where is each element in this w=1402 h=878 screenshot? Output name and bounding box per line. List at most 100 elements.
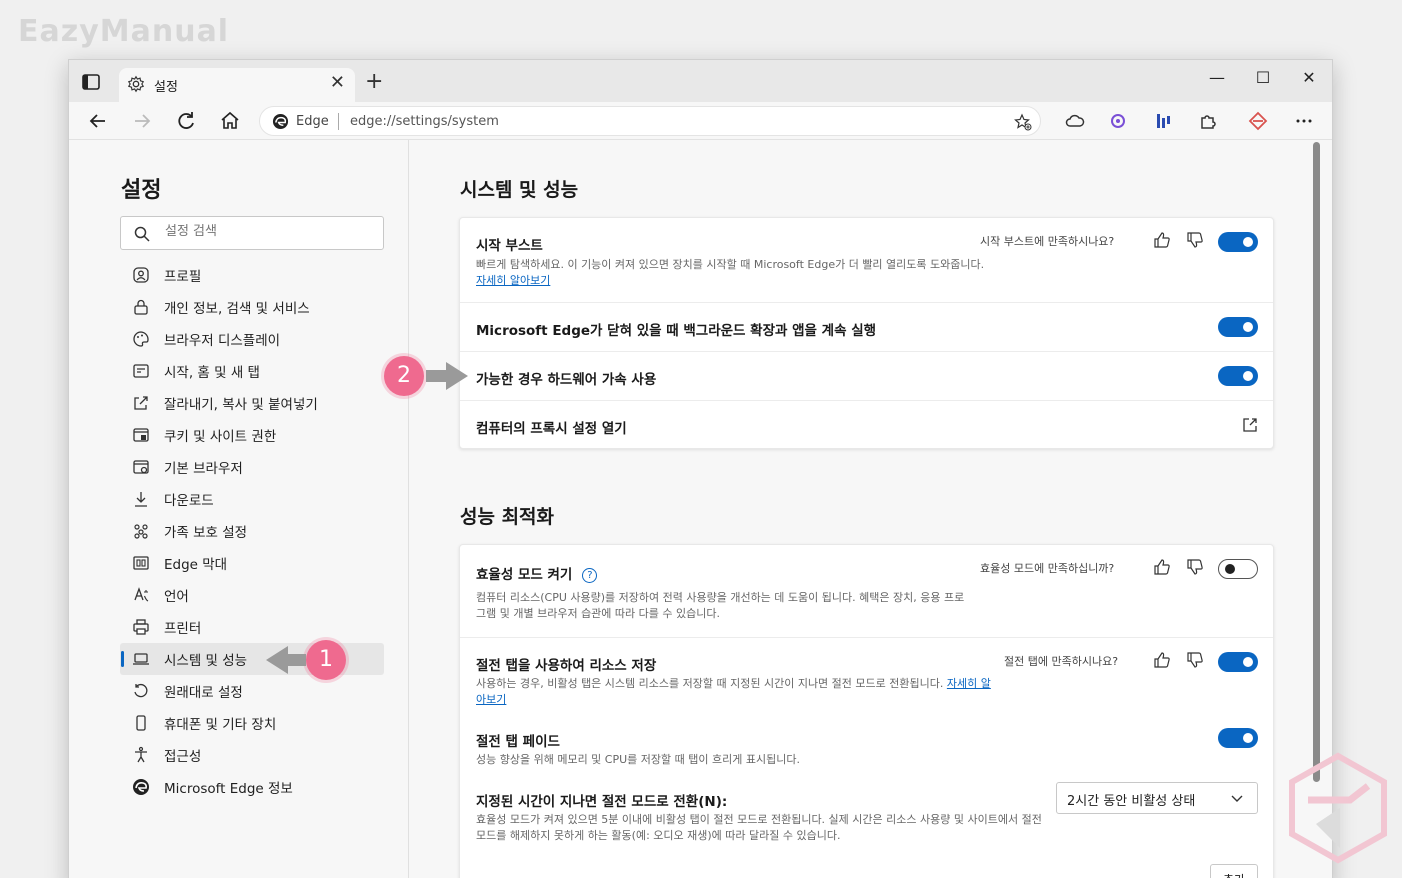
address-bar[interactable]: Edge edge://settings/system: [259, 106, 1041, 136]
minimize-button[interactable]: —: [1197, 68, 1237, 87]
maximize-button[interactable]: ☐: [1243, 68, 1283, 87]
sidebar-item-label: Edge 막대: [164, 557, 228, 573]
startup-boost-feedback: 시작 부스트에 만족하시나요?: [980, 235, 1115, 248]
laptop-icon: [133, 653, 149, 665]
reset-icon: [134, 683, 148, 698]
search-icon: [134, 226, 150, 242]
proxy-title: 컴퓨터의 프록시 설정 열기: [476, 421, 627, 437]
sidebar-item-label: 개인 정보, 검색 및 서비스: [164, 301, 310, 317]
settings-main: 시스템 및 성능 시작 부스트 빠르게 탐색하세요. 이 기능이 켜져 있으면 …: [410, 140, 1322, 878]
proxy-row[interactable]: 컴퓨터의 프록시 설정 열기: [460, 400, 1273, 449]
sleeping-tabs-row: 절전 탭을 사용하여 리소스 저장 사용하는 경우, 비활성 탭은 시스템 리소…: [460, 637, 1273, 878]
thumbs-up-icon[interactable]: [1153, 558, 1171, 576]
hardware-acceleration-row: 가능한 경우 하드웨어 가속 사용: [460, 351, 1273, 400]
sidebar-item-cookies[interactable]: 쿠키 및 사이트 권한: [120, 419, 384, 451]
sidebar-item-label: 잘라내기, 복사 및 붙여넣기: [164, 397, 318, 413]
extension-red-icon[interactable]: [1247, 110, 1269, 132]
settings-search[interactable]: [120, 216, 384, 250]
thumbs-up-icon[interactable]: [1153, 651, 1171, 669]
close-window-button[interactable]: ✕: [1289, 68, 1329, 87]
profile-icon: [133, 267, 149, 283]
external-link-icon[interactable]: [1242, 417, 1258, 433]
sidebar-item-reset[interactable]: 원래대로 설정: [120, 675, 384, 707]
edge-icon: [133, 779, 149, 795]
search-input[interactable]: [165, 224, 365, 239]
forward-icon[interactable]: [129, 108, 155, 134]
sleeping-tabs-title: 절전 탭을 사용하여 리소스 저장: [476, 658, 657, 674]
timeout-select[interactable]: 2시간 동안 비활성 상태: [1056, 782, 1258, 814]
palette-icon: [133, 331, 149, 347]
sidebar-item-label: 휴대폰 및 기타 장치: [164, 717, 277, 733]
tab-settings[interactable]: 설정 ✕: [119, 68, 355, 102]
learn-more-link[interactable]: 자세히 알아보기: [476, 274, 550, 287]
thumbs-down-icon[interactable]: [1186, 231, 1204, 249]
url-text[interactable]: edge://settings/system: [350, 114, 499, 129]
scrollbar[interactable]: [1313, 142, 1320, 782]
sidebar-item-profile[interactable]: 프로필: [120, 259, 384, 291]
watermark-logo: [1289, 752, 1387, 864]
edge-icon: [272, 113, 289, 130]
cloud-icon[interactable]: [1064, 110, 1086, 132]
refresh-icon[interactable]: [173, 108, 199, 134]
sidebar-item-default-browser[interactable]: 기본 브라우저: [120, 451, 384, 483]
download-icon: [135, 492, 147, 507]
sidebar-item-phone[interactable]: 휴대폰 및 기타 장치: [120, 707, 384, 739]
sidebar-item-label: 원래대로 설정: [164, 685, 243, 701]
background-title: Microsoft Edge가 닫혀 있을 때 백그라운드 확장과 앱을 계속 …: [476, 323, 877, 339]
family-icon: [134, 524, 148, 539]
sidebar-item-share[interactable]: 잘라내기, 복사 및 붙여넣기: [120, 387, 384, 419]
more-icon[interactable]: [1293, 110, 1315, 132]
background-toggle[interactable]: [1218, 317, 1258, 337]
share-icon: [134, 396, 148, 410]
performance-card: 효율성 모드 켜기? 컴퓨터 리소스(CPU 사용량)를 저장하여 전력 사용량…: [459, 544, 1274, 878]
sidebar-item-privacy[interactable]: 개인 정보, 검색 및 서비스: [120, 291, 384, 323]
printer-icon: [133, 619, 149, 635]
thumbs-up-icon[interactable]: [1153, 231, 1171, 249]
sidebar-item-label: 가족 보호 설정: [164, 525, 248, 541]
extension-purple-icon[interactable]: [1107, 110, 1129, 132]
sleeping-tabs-toggle[interactable]: [1218, 652, 1258, 672]
chevron-down-icon: [1231, 795, 1243, 802]
sidebar-item-about[interactable]: Microsoft Edge 정보: [120, 771, 384, 803]
sidebar-item-language[interactable]: 언어: [120, 579, 384, 611]
sidebar-item-label: 쿠키 및 사이트 권한: [164, 429, 277, 445]
sidebar-item-edge-bar[interactable]: Edge 막대: [120, 547, 384, 579]
startup-boost-toggle[interactable]: [1218, 232, 1258, 252]
annotation-arrow-1: [266, 646, 306, 674]
fade-toggle[interactable]: [1218, 728, 1258, 748]
efficiency-title: 효율성 모드 켜기: [476, 567, 573, 583]
tab-title: 설정: [154, 80, 178, 95]
back-icon[interactable]: [85, 108, 111, 134]
efficiency-toggle[interactable]: [1218, 559, 1258, 579]
thumbs-down-icon[interactable]: [1186, 558, 1204, 576]
settings-content: 설정 프로필 개인 정보, 검색 및 서비스 브라우저 디스플레이 시작, 홈 …: [69, 140, 1332, 878]
timeout-title: 지정된 시간이 지나면 절전 모드로 전환(N):: [476, 794, 728, 810]
home-icon[interactable]: [217, 108, 243, 134]
tab-actions-icon[interactable]: [81, 72, 103, 92]
add-favorite-icon[interactable]: [1014, 113, 1032, 131]
add-button[interactable]: 추가: [1210, 864, 1258, 878]
startup-boost-desc-text: 빠르게 탐색하세요. 이 기능이 켜져 있으면 장치를 시작할 때 Micros…: [476, 258, 985, 271]
sidebar-item-start[interactable]: 시작, 홈 및 새 탭: [120, 355, 384, 387]
sleeping-tabs-feedback: 절전 탭에 만족하시나요?: [1004, 655, 1119, 668]
new-tab-button[interactable]: +: [365, 69, 383, 94]
annotation-badge-2: 2: [384, 356, 424, 396]
extensions-icon[interactable]: [1197, 110, 1219, 132]
cookie-icon: [133, 428, 149, 442]
sidebar-item-display[interactable]: 브라우저 디스플레이: [120, 323, 384, 355]
help-icon[interactable]: ?: [582, 568, 598, 583]
fade-title: 절전 탭 페이드: [476, 734, 560, 750]
timeout-select-value: 2시간 동안 비활성 상태: [1067, 794, 1196, 809]
hardware-acceleration-toggle[interactable]: [1218, 366, 1258, 386]
sidebar-item-accessibility[interactable]: 접근성: [120, 739, 384, 771]
sidebar-item-family[interactable]: 가족 보호 설정: [120, 515, 384, 547]
extension-bars-icon[interactable]: [1152, 110, 1174, 132]
sidebar-item-label: 다운로드: [164, 493, 214, 509]
start-icon: [133, 364, 149, 378]
background-row: Microsoft Edge가 닫혀 있을 때 백그라운드 확장과 앱을 계속 …: [460, 302, 1273, 351]
sidebar-item-printers[interactable]: 프린터: [120, 611, 384, 643]
thumbs-down-icon[interactable]: [1186, 651, 1204, 669]
startup-boost-title: 시작 부스트: [476, 238, 543, 254]
tab-close-button[interactable]: ✕: [330, 72, 345, 93]
sidebar-item-downloads[interactable]: 다운로드: [120, 483, 384, 515]
